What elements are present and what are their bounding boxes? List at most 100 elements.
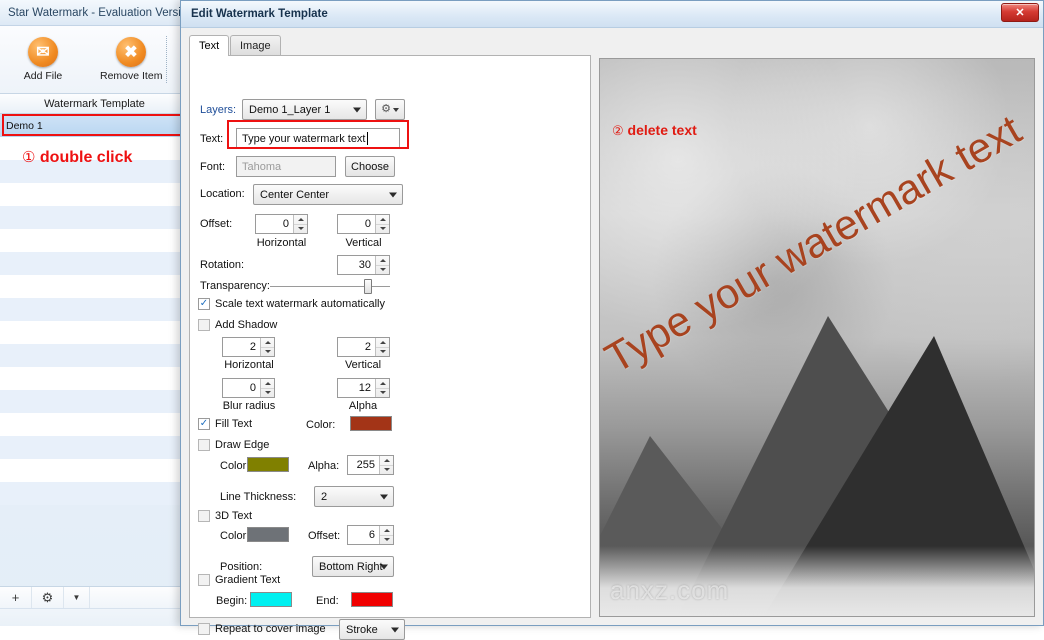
gear-icon[interactable]: ⚙ — [32, 587, 64, 608]
stepper-up-icon[interactable] — [261, 338, 274, 348]
stepper-down-icon[interactable] — [261, 389, 274, 398]
stepper-down-icon[interactable] — [261, 348, 274, 357]
stepper-buttons[interactable] — [379, 526, 393, 544]
choose-font-button[interactable]: Choose — [345, 156, 395, 177]
three-d-text-checkbox[interactable]: 3D Text — [198, 510, 252, 522]
font-input[interactable]: Tahoma — [236, 156, 336, 177]
repeat-cover-checkbox[interactable]: Repeat to cover image — [198, 623, 326, 635]
gradient-text-label: Gradient Text — [215, 574, 281, 586]
stepper-down-icon[interactable] — [380, 536, 393, 545]
edge-color-swatch[interactable] — [247, 457, 289, 472]
draw-edge-label: Draw Edge — [215, 439, 270, 451]
blur-radius-caption: Blur radius — [222, 400, 276, 412]
chevron-down-icon[interactable]: ▼ — [64, 587, 90, 608]
list-item[interactable] — [0, 298, 189, 321]
layers-select[interactable]: Demo 1_Layer 1 — [242, 99, 367, 120]
transparency-slider-thumb[interactable] — [364, 279, 372, 294]
list-item[interactable] — [0, 344, 189, 367]
list-item[interactable] — [0, 321, 189, 344]
tab-text[interactable]: Text — [189, 35, 230, 56]
stepper-up-icon[interactable] — [380, 526, 393, 536]
three-d-text-label: 3D Text — [215, 510, 253, 522]
stepper-up-icon[interactable] — [294, 215, 307, 225]
position-select[interactable]: Bottom Right — [312, 556, 394, 577]
stepper-down-icon[interactable] — [376, 266, 389, 275]
stepper-buttons[interactable] — [260, 379, 274, 397]
stepper-buttons[interactable] — [379, 456, 393, 474]
list-item[interactable] — [0, 275, 189, 298]
stepper-up-icon[interactable] — [376, 338, 389, 348]
shadow-horizontal-stepper[interactable]: 2 — [222, 337, 275, 357]
shadow-alpha-stepper[interactable]: 12 — [337, 378, 390, 398]
gradient-begin-swatch[interactable] — [250, 592, 292, 607]
add-shadow-checkbox[interactable]: Add Shadow — [198, 319, 277, 331]
watermark-text-input[interactable]: Type your watermark text — [236, 128, 400, 149]
stepper-buttons[interactable] — [375, 379, 389, 397]
edge-alpha-stepper[interactable]: 255 — [347, 455, 394, 475]
rotation-stepper[interactable]: 30 — [337, 255, 390, 275]
stepper-up-icon[interactable] — [376, 215, 389, 225]
line-thickness-value: 2 — [321, 490, 328, 503]
draw-edge-checkbox[interactable]: Draw Edge — [198, 439, 269, 451]
fill-text-checkbox[interactable]: ✓ Fill Text — [198, 418, 252, 430]
three-d-color-swatch[interactable] — [247, 527, 289, 542]
stepper-up-icon[interactable] — [380, 456, 393, 466]
list-item[interactable] — [0, 183, 189, 206]
list-item-demo-1[interactable]: Demo 1 — [0, 114, 189, 137]
stepper-up-icon[interactable] — [376, 379, 389, 389]
list-item[interactable] — [0, 459, 189, 482]
scale-text-auto-checkbox[interactable]: ✓ Scale text watermark automatically — [198, 298, 385, 310]
plus-icon[interactable]: + — [0, 587, 32, 608]
remove-item-button[interactable]: ✖ Remove Item — [100, 37, 162, 82]
stepper-buttons[interactable] — [293, 215, 307, 233]
sidebar-footer: + ⚙ ▼ — [0, 586, 189, 626]
stepper-down-icon[interactable] — [376, 348, 389, 357]
stepper-up-icon[interactable] — [376, 256, 389, 266]
stepper-buttons[interactable] — [375, 215, 389, 233]
list-item[interactable] — [0, 390, 189, 413]
main-window-titlebar: Star Watermark - Evaluation Versi — [0, 0, 189, 26]
stepper-down-icon[interactable] — [294, 225, 307, 234]
layers-settings-button[interactable]: ⚙ — [375, 99, 405, 120]
list-item[interactable] — [0, 413, 189, 436]
close-icon[interactable]: ✕ — [1001, 3, 1039, 22]
gradient-text-checkbox[interactable]: Gradient Text — [198, 574, 280, 586]
stepper-buttons[interactable] — [375, 338, 389, 356]
offset-vertical-stepper[interactable]: 0 — [337, 214, 390, 234]
text-watermark-form: Layers: Demo 1_Layer 1 ⚙ Text: Type your… — [189, 55, 591, 640]
watermark-template-list[interactable]: Demo 1 — [0, 114, 189, 586]
repeat-mode-select[interactable]: Stroke — [339, 619, 405, 640]
add-shadow-label: Add Shadow — [215, 319, 278, 331]
stepper-down-icon[interactable] — [376, 225, 389, 234]
list-item[interactable] — [0, 482, 189, 505]
stepper-down-icon[interactable] — [376, 389, 389, 398]
stepper-up-icon[interactable] — [261, 379, 274, 389]
list-item[interactable] — [0, 436, 189, 459]
stepper-buttons[interactable] — [375, 256, 389, 274]
add-file-button[interactable]: ✉ Add File — [12, 37, 74, 82]
list-item[interactable] — [0, 252, 189, 275]
checkbox-box — [198, 623, 210, 635]
three-d-offset-stepper[interactable]: 6 — [347, 525, 394, 545]
list-item-label: Demo 1 — [6, 119, 43, 132]
chevron-down-icon — [391, 627, 399, 632]
checkbox-box: ✓ — [198, 298, 210, 310]
list-item[interactable] — [0, 206, 189, 229]
tab-image[interactable]: Image — [230, 35, 281, 56]
shadow-alpha-value: 12 — [358, 382, 371, 394]
gradient-end-swatch[interactable] — [351, 592, 393, 607]
blur-radius-stepper[interactable]: 0 — [222, 378, 275, 398]
location-select[interactable]: Center Center — [253, 184, 403, 205]
stepper-down-icon[interactable] — [380, 466, 393, 475]
chevron-down-icon — [380, 564, 388, 569]
list-item[interactable] — [0, 229, 189, 252]
list-item[interactable] — [0, 367, 189, 390]
offset-horizontal-stepper[interactable]: 0 — [255, 214, 308, 234]
stepper-buttons[interactable] — [260, 338, 274, 356]
watermark-preview-pane[interactable]: Type your watermark text ② delete text a… — [599, 58, 1035, 617]
shadow-vertical-stepper[interactable]: 2 — [337, 337, 390, 357]
fill-color-swatch[interactable] — [350, 416, 392, 431]
line-thickness-select[interactable]: 2 — [314, 486, 394, 507]
transparency-slider-track[interactable] — [270, 286, 390, 287]
layers-selected-value: Demo 1_Layer 1 — [249, 103, 331, 116]
